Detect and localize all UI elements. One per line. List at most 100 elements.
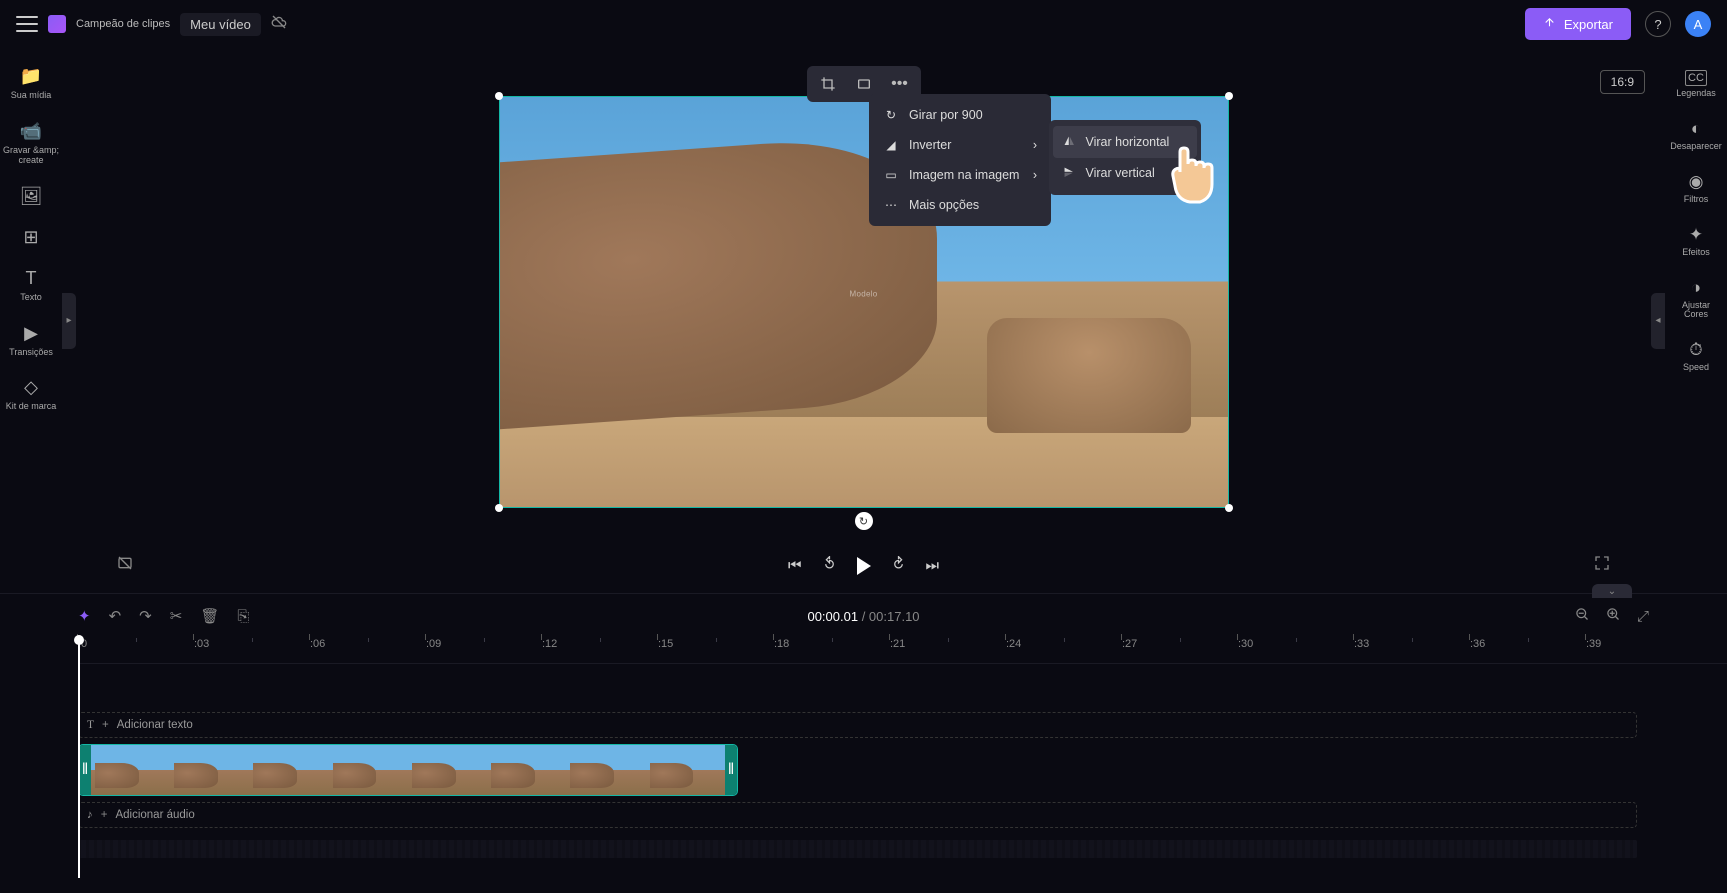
cloud-sync-off-icon[interactable] bbox=[271, 14, 287, 35]
upload-icon bbox=[1543, 16, 1556, 32]
ruler-tick: :30 bbox=[1238, 638, 1253, 650]
submenu-label: Virar vertical bbox=[1086, 166, 1155, 180]
sidebar-item-adjust-colors[interactable]: ◑ Ajustar Cores bbox=[1665, 268, 1727, 331]
delete-button[interactable]: 🗑 bbox=[200, 607, 219, 625]
menu-more-options[interactable]: ⋯ Mais opções bbox=[869, 190, 1051, 220]
aspect-ratio-selector[interactable]: 16:9 bbox=[1600, 70, 1645, 94]
tutorial-cursor-hand-icon bbox=[1165, 142, 1225, 212]
ruler-tick: :21 bbox=[890, 638, 905, 650]
sidebar-label: Gravar &amp; create bbox=[3, 146, 59, 166]
menu-rotate-90[interactable]: ↻ Girar por 900 bbox=[869, 100, 1051, 130]
video-clip[interactable]: ‖ ‖ bbox=[78, 744, 738, 796]
crop-button[interactable] bbox=[811, 70, 845, 98]
total-time: 00:17.10 bbox=[869, 609, 920, 624]
playhead[interactable] bbox=[78, 638, 80, 878]
hide-preview-icon[interactable] bbox=[117, 555, 133, 576]
watermark-text: Modelo bbox=[849, 289, 877, 298]
pip-icon: ▭ bbox=[883, 168, 899, 182]
skip-back-button[interactable] bbox=[822, 556, 837, 575]
skip-forward-button[interactable] bbox=[891, 556, 906, 575]
preview-area: ••• 16:9 Modelo ↻ ⏮ bbox=[62, 48, 1665, 593]
sidebar-item-filters[interactable]: ◉ Filtros bbox=[1665, 162, 1727, 215]
speed-icon: ⏱ bbox=[1689, 340, 1702, 360]
text-track-icon: T bbox=[87, 719, 94, 731]
user-avatar[interactable]: A bbox=[1685, 11, 1711, 37]
timecode-display: 00:00.01 / 00:17.10 bbox=[807, 609, 919, 624]
add-icon: + bbox=[102, 719, 109, 731]
menu-label: Inverter bbox=[909, 138, 951, 152]
sidebar-label: Sua mídia bbox=[11, 91, 52, 101]
sidebar-item-media[interactable]: 📁 Sua mídia bbox=[0, 56, 62, 111]
sidebar-item-text[interactable]: T Texto bbox=[0, 258, 62, 313]
ruler-tick: :33 bbox=[1354, 638, 1369, 650]
selection-handle-bottom-right[interactable] bbox=[1225, 504, 1233, 512]
split-button[interactable]: ✂ bbox=[170, 607, 183, 625]
magic-ai-button[interactable]: ✦ bbox=[78, 607, 91, 625]
chevron-right-icon: › bbox=[1033, 168, 1037, 182]
sidebar-item-brand[interactable]: ◇ Kit de marca bbox=[0, 367, 62, 422]
clip-right-handle[interactable]: ‖ bbox=[725, 745, 737, 795]
rotate-handle[interactable]: ↻ bbox=[855, 512, 873, 530]
help-icon[interactable]: ? bbox=[1645, 11, 1671, 37]
ruler-tick: :36 bbox=[1470, 638, 1485, 650]
export-button[interactable]: Exportar bbox=[1525, 8, 1631, 40]
video-title-field[interactable]: Meu vídeo bbox=[180, 13, 261, 36]
sidebar-label: Desaparecer bbox=[1670, 142, 1722, 152]
ruler-tick: :03 bbox=[194, 638, 209, 650]
selection-handle-bottom-left[interactable] bbox=[495, 504, 503, 512]
image-stack-icon: 🖼 bbox=[20, 186, 43, 207]
redo-button[interactable]: ↷ bbox=[139, 607, 152, 625]
clip-left-handle[interactable]: ‖ bbox=[79, 745, 91, 795]
menu-flip[interactable]: ◢ Inverter › bbox=[869, 130, 1051, 160]
rotate-icon: ↻ bbox=[883, 108, 899, 122]
fullscreen-button[interactable] bbox=[1594, 555, 1610, 576]
ruler-tick: :09 bbox=[426, 638, 441, 650]
text-icon: T bbox=[26, 268, 37, 289]
top-bar: Campeão de clipes Meu vídeo Exportar ? A bbox=[0, 0, 1727, 48]
collapse-timeline-button[interactable]: ⌄ bbox=[1592, 584, 1632, 598]
timeline-ruler[interactable]: :0:03:06:09:12:15:18:21:24:27:30:33:36:3… bbox=[78, 638, 1727, 664]
sidebar-item-templates[interactable]: ⊞ bbox=[0, 217, 62, 258]
right-sidebar: CC Legendas ◐ Desaparecer ◉ Filtros ✦ Ef… bbox=[1665, 48, 1727, 593]
collapse-right-panel-button[interactable]: ◂ bbox=[1651, 293, 1665, 349]
zoom-in-button[interactable] bbox=[1606, 607, 1621, 626]
sidebar-item-captions[interactable]: CC Legendas bbox=[1665, 60, 1727, 109]
sidebar-item-fade[interactable]: ◐ Desaparecer bbox=[1665, 109, 1727, 162]
skip-start-button[interactable]: ⏮ bbox=[788, 557, 802, 574]
menu-picture-in-picture[interactable]: ▭ Imagem na imagem › bbox=[869, 160, 1051, 190]
undo-button[interactable]: ↶ bbox=[109, 607, 122, 625]
ellipsis-icon: ⋯ bbox=[883, 198, 899, 212]
text-track-placeholder[interactable]: T + Adicionar texto bbox=[78, 712, 1637, 738]
grid-icon: ⊞ bbox=[23, 227, 38, 248]
submenu-label: Virar horizontal bbox=[1086, 135, 1170, 149]
menu-label: Mais opções bbox=[909, 198, 979, 212]
track-label: Adicionar áudio bbox=[115, 809, 194, 821]
audio-track-icon: ♪ bbox=[87, 809, 93, 821]
captions-icon: CC bbox=[1685, 70, 1707, 86]
zoom-out-button[interactable] bbox=[1575, 607, 1590, 626]
audio-track-placeholder[interactable]: ♪ + Adicionar áudio bbox=[78, 802, 1637, 828]
playback-controls: ⏮ ⏭ bbox=[62, 556, 1665, 575]
sidebar-label: Ajustar Cores bbox=[1682, 301, 1710, 321]
sidebar-item-speed[interactable]: ⏱ Speed bbox=[1665, 330, 1727, 383]
current-time: 00:00.01 bbox=[807, 609, 858, 624]
skip-end-button[interactable]: ⏭ bbox=[926, 557, 940, 574]
sidebar-item-transitions[interactable]: ▶ Transições bbox=[0, 313, 62, 368]
ruler-tick: :18 bbox=[774, 638, 789, 650]
sidebar-label: Speed bbox=[1683, 363, 1709, 373]
zoom-fit-button[interactable]: ⤢ bbox=[1637, 608, 1649, 625]
menu-label: Imagem na imagem bbox=[909, 168, 1019, 182]
app-brand-label: Campeão de clipes bbox=[76, 18, 170, 30]
context-menu: ↻ Girar por 900 ◢ Inverter › ▭ Imagem na… bbox=[869, 94, 1051, 226]
track-label: Adicionar texto bbox=[117, 719, 193, 731]
play-button[interactable] bbox=[857, 557, 871, 575]
sidebar-item-effects[interactable]: ✦ Efeitos bbox=[1665, 215, 1727, 268]
flip-vertical-icon bbox=[1063, 166, 1076, 182]
hamburger-menu-icon[interactable] bbox=[16, 16, 38, 32]
selection-handle-top-left[interactable] bbox=[495, 92, 503, 100]
sidebar-item-record[interactable]: 📹 Gravar &amp; create bbox=[0, 111, 62, 176]
sidebar-item-library[interactable]: 🖼 bbox=[0, 176, 62, 217]
duplicate-button[interactable]: ⎘ bbox=[237, 608, 249, 625]
selection-handle-top-right[interactable] bbox=[1225, 92, 1233, 100]
brand-kit-icon: ◇ bbox=[24, 377, 38, 398]
